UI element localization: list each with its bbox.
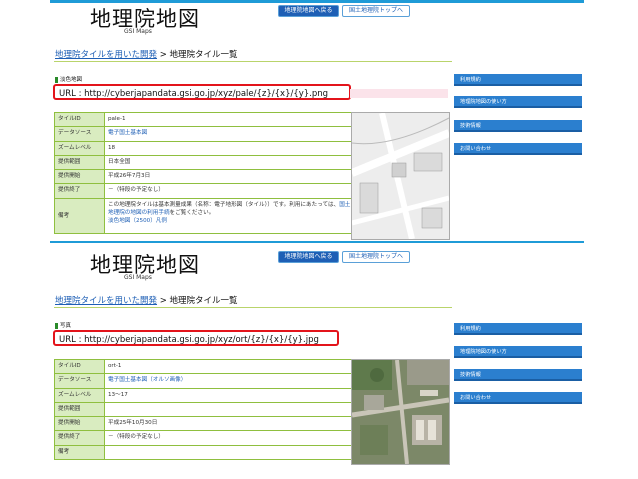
- aerial-photo-drawing: [352, 360, 449, 464]
- row-value: －（特段の予定なし）: [108, 434, 164, 441]
- row-label: タイルID: [55, 360, 105, 374]
- breadcrumb-link[interactable]: 地理院タイルを用いた開発: [55, 50, 157, 60]
- breadcrumb: 地理院タイルを用いた開発 > 地理院タイル一覧: [55, 48, 238, 60]
- logo-title: 地理院地図: [90, 253, 200, 277]
- table-row: データソース 電子国土基本図（オルソ画像）: [55, 373, 351, 388]
- logo-subtitle: GSI Maps: [124, 28, 152, 35]
- sidebar-item-howto[interactable]: 地理院地図の使い方: [454, 346, 582, 358]
- aerial-photo-preview: [351, 359, 450, 465]
- row-label: 備考: [55, 198, 105, 233]
- row-value: [105, 446, 351, 459]
- sidebar-item-howto[interactable]: 地理院地図の使い方: [454, 96, 582, 108]
- row-label: 提供終了: [55, 184, 105, 198]
- row-value: 13〜17: [108, 391, 128, 398]
- row-value: －（特段の予定なし）: [108, 187, 164, 194]
- tile-url: URL : http://cyberjapandata.gsi.go.jp/xy…: [53, 84, 351, 100]
- row-label: 提供開始: [55, 417, 105, 431]
- row-label: ズームレベル: [55, 141, 105, 155]
- row-label: データソース: [55, 374, 105, 388]
- heading-band: [350, 89, 448, 98]
- note-text-2: をご覧ください。: [169, 209, 215, 216]
- table-row: ズームレベル 13〜17: [55, 387, 351, 402]
- tile-panel-ort: 地理院地図 GSI Maps 地理院地図へ戻る 国土地理院トップへ 地理院タイル…: [50, 246, 584, 479]
- section-heading: 淡色地図: [55, 75, 82, 83]
- row-label: タイルID: [55, 113, 105, 127]
- table-row: 提供開始 平成25年10月30日: [55, 416, 351, 431]
- logo-subtitle: GSI Maps: [124, 274, 152, 281]
- row-value: 18: [108, 144, 116, 151]
- row-label: 備考: [55, 445, 105, 460]
- row-label: 提供開始: [55, 170, 105, 184]
- table-row: 備考: [55, 444, 351, 460]
- row-label: 提供範囲: [55, 402, 105, 417]
- site-logo[interactable]: 地理院地図 GSI Maps: [90, 7, 200, 35]
- table-row: 提供終了 －（特段の予定なし）: [55, 430, 351, 445]
- map-preview-drawing: [352, 113, 449, 239]
- table-row: タイルID pale-1: [55, 113, 351, 127]
- row-label: 提供終了: [55, 431, 105, 445]
- tile-info-table: タイルID ort-1 データソース 電子国土基本図（オルソ画像） ズームレベル 13…: [54, 359, 352, 461]
- row-value-link[interactable]: 電子国土基本図: [105, 127, 351, 140]
- table-row: タイルID ort-1: [55, 360, 351, 374]
- site-logo[interactable]: 地理院地図 GSI Maps: [90, 253, 200, 281]
- gsi-top-button[interactable]: 国土地理院トップへ: [342, 251, 410, 263]
- back-to-map-button[interactable]: 地理院地図へ戻る: [278, 5, 339, 17]
- row-value: pale-1: [108, 116, 126, 122]
- logo-title: 地理院地図: [90, 7, 200, 31]
- row-value: ort-1: [108, 363, 122, 369]
- section-heading: 写真: [55, 321, 71, 329]
- section-title: 写真: [60, 323, 72, 329]
- row-value: [105, 403, 351, 416]
- back-to-map-button[interactable]: 地理院地図へ戻る: [278, 251, 339, 263]
- row-value: 平成26年7月3日: [108, 173, 151, 180]
- table-row: 備考 この地理院タイルは基本測量成果（名称：電子地形図（タイル））です。利用にあた…: [55, 197, 351, 233]
- breadcrumb-separator: >: [157, 296, 170, 306]
- table-row: データソース 電子国土基本図: [55, 126, 351, 141]
- sidebar-item-terms[interactable]: 利用規約: [454, 323, 582, 335]
- table-row: 提供開始 平成26年7月3日: [55, 169, 351, 184]
- bullet-icon: [55, 322, 58, 329]
- tile-panel-pale: 地理院地図 GSI Maps 地理院地図へ戻る 国土地理院トップへ 地理院タイル…: [50, 0, 584, 244]
- top-accent-bar: [50, 0, 584, 3]
- gsi-top-button[interactable]: 国土地理院トップへ: [342, 5, 410, 17]
- row-label: 提供範囲: [55, 155, 105, 170]
- breadcrumb-link[interactable]: 地理院タイルを用いた開発: [55, 296, 157, 306]
- tile-url: URL : http://cyberjapandata.gsi.go.jp/xy…: [53, 330, 339, 346]
- breadcrumb: 地理院タイルを用いた開発 > 地理院タイル一覧: [55, 294, 238, 306]
- map-preview: [351, 112, 450, 240]
- breadcrumb-separator: >: [157, 50, 170, 60]
- table-row: 提供範囲 日本全国: [55, 154, 351, 170]
- divider: [54, 307, 452, 308]
- row-value: 日本全国: [108, 158, 131, 165]
- sidebar-item-contact[interactable]: お問い合わせ: [454, 143, 582, 155]
- row-label: データソース: [55, 127, 105, 141]
- panel-bottom-bar: [50, 241, 584, 243]
- sidebar-item-tech[interactable]: 技術情報: [454, 369, 582, 381]
- divider: [54, 61, 452, 62]
- legend-link[interactable]: 淡色地図（2500）凡例: [108, 218, 167, 224]
- row-label: ズームレベル: [55, 388, 105, 402]
- bullet-icon: [55, 76, 58, 83]
- sidebar-item-tech[interactable]: 技術情報: [454, 120, 582, 132]
- tile-info-table: タイルID pale-1 データソース 電子国土基本図 ズームレベル 18 提供範囲日…: [54, 112, 352, 234]
- table-row: 提供範囲: [55, 401, 351, 417]
- note-text: この地理院タイルは基本測量成果（名称：電子地形図（タイル））です。利用にあたって…: [108, 201, 340, 208]
- table-row: ズームレベル 18: [55, 140, 351, 155]
- section-title: 淡色地図: [60, 77, 83, 83]
- table-row: 提供終了 －（特段の予定なし）: [55, 183, 351, 198]
- breadcrumb-current: 地理院タイル一覧: [169, 296, 238, 306]
- row-value: 平成25年10月30日: [108, 420, 158, 427]
- breadcrumb-current: 地理院タイル一覧: [169, 50, 238, 60]
- row-value-link[interactable]: 電子国土基本図（オルソ画像）: [105, 374, 351, 387]
- sidebar-item-terms[interactable]: 利用規約: [454, 74, 582, 86]
- sidebar-item-contact[interactable]: お問い合わせ: [454, 392, 582, 404]
- note-value: この地理院タイルは基本測量成果（名称：電子地形図（タイル））です。利用にあたって…: [105, 199, 351, 233]
